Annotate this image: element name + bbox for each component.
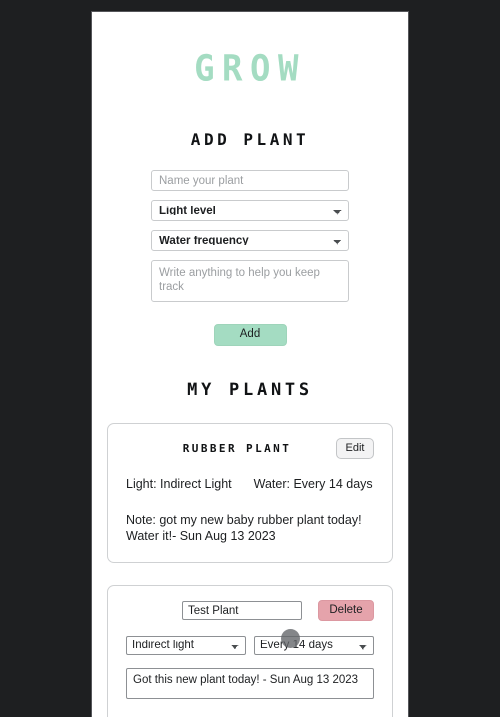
page-content: GROW ADD PLANT Light level Water frequen…	[92, 12, 408, 717]
my-plants-heading: MY PLANTS	[187, 380, 313, 400]
edit-plant-button[interactable]: Edit	[336, 438, 374, 459]
add-plant-heading: ADD PLANT	[190, 130, 310, 149]
add-plant-form: Light level Water frequency	[151, 150, 349, 302]
plant-edit-name-input[interactable]	[182, 601, 302, 620]
delete-plant-button[interactable]: Delete	[318, 600, 374, 621]
plant-edit-water-select[interactable]: Every 14 days	[254, 636, 374, 655]
add-plant-button[interactable]: Add	[213, 324, 287, 346]
plant-card-edit: Delete Indirect light Every 14 days Got …	[107, 585, 393, 717]
plant-edit-name-wrap	[126, 601, 310, 620]
plant-edit-note-textarea[interactable]: Got this new plant today! - Sun Aug 13 2…	[126, 668, 374, 699]
plant-edit-actions: Update Cancel	[126, 704, 374, 717]
plant-light-text: Light: Indirect Light	[126, 477, 232, 491]
plant-card-meta: Light: Indirect Light Water: Every 14 da…	[126, 459, 374, 492]
plant-card-note: Note: got my new baby rubber plant today…	[126, 492, 374, 544]
light-level-select[interactable]: Light level	[151, 200, 349, 221]
plant-card-view: RUBBER PLANT Edit Light: Indirect Light …	[107, 423, 393, 563]
plant-list: RUBBER PLANT Edit Light: Indirect Light …	[92, 423, 408, 717]
plant-edit-selects: Indirect light Every 14 days	[126, 621, 374, 655]
app-logo-text: GROW	[194, 47, 306, 91]
screen: GROW ADD PLANT Light level Water frequen…	[0, 0, 500, 717]
app-logo: GROW	[92, 12, 408, 90]
plant-edit-header: Delete	[126, 600, 374, 621]
water-frequency-select[interactable]: Water frequency	[151, 230, 349, 251]
plant-edit-light-select[interactable]: Indirect light	[126, 636, 246, 655]
plant-note-line-1: Note: got my new baby rubber plant today…	[126, 513, 362, 527]
plant-name-input[interactable]	[151, 170, 349, 191]
browser-page: GROW ADD PLANT Light level Water frequen…	[91, 11, 409, 717]
plant-card-title: RUBBER PLANT	[182, 441, 292, 455]
add-button-row: Add	[92, 302, 408, 346]
plant-note-textarea[interactable]	[151, 260, 349, 302]
plant-water-text: Water: Every 14 days	[253, 477, 373, 491]
plant-note-line-2: Water it!- Sun Aug 13 2023	[126, 529, 276, 543]
plant-card-header: RUBBER PLANT Edit	[126, 438, 374, 459]
